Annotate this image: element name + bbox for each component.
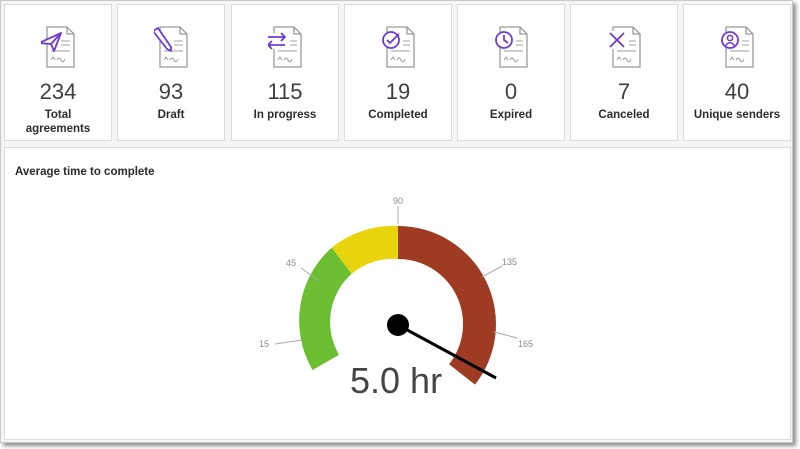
tick-mark-15 [274,339,303,345]
stat-label: Total agreements [25,109,91,135]
tick-label-165: 165 [518,339,533,349]
stat-card-in-progress[interactable]: 115 In progress [231,4,339,141]
stat-value: 0 [504,79,518,104]
stat-card-canceled[interactable]: 7 Canceled [570,4,678,141]
tick-label-45: 45 [286,258,296,268]
stat-card-unique-senders[interactable]: 40 Unique senders [683,4,791,141]
tick-mark-165 [493,331,518,339]
dashboard-frame: 234 Total agreements 93 Draft 115 In pro… [0,0,793,443]
paper-plane-icon [41,26,75,68]
tick-label-15: 15 [259,339,269,349]
gauge-band-green [299,247,352,370]
stat-value: 115 [267,79,303,104]
stat-value: 7 [617,79,631,104]
gauge-needle-hub [387,314,409,336]
stat-label: In progress [253,109,317,121]
tick-mark-135 [481,265,503,278]
stat-card-completed[interactable]: 19 Completed [344,4,452,141]
stat-label: Unique senders [693,109,781,121]
clock-icon [495,26,528,68]
stat-label: Completed [368,109,428,121]
stat-cards: 234 Total agreements 93 Draft 115 In pro… [4,4,791,141]
user-circle-icon [721,26,754,68]
check-circle-icon [382,26,415,68]
avg-time-panel: Average time to complete 15 45 90 135 16… [4,147,791,440]
tick-label-90: 90 [393,196,403,206]
stat-value: 40 [724,79,750,104]
stat-card-draft[interactable]: 93 Draft [117,4,225,141]
stat-value: 19 [385,79,411,104]
stat-label: Draft [157,109,185,121]
stat-label: Canceled [598,109,650,121]
tick-label-135: 135 [502,257,517,267]
gauge-readout: 5.0 hr [350,360,443,401]
swap-arrows-icon [268,26,302,68]
stat-label: Expired [489,109,533,121]
stat-value: 93 [158,79,184,104]
pencil-icon [154,26,188,68]
stat-value: 234 [39,79,77,104]
stat-card-expired[interactable]: 0 Expired [457,4,565,141]
stat-card-total-agreements[interactable]: 234 Total agreements [4,4,112,141]
x-icon [608,26,641,68]
